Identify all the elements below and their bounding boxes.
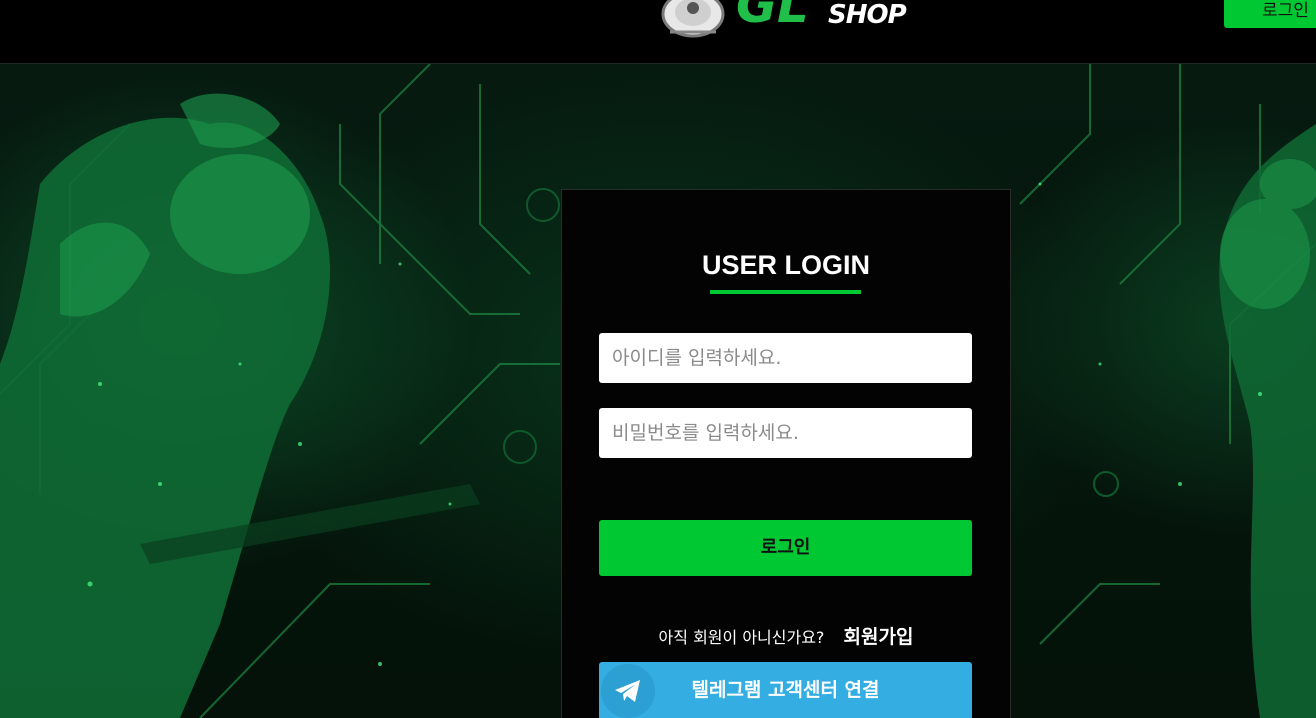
signup-link[interactable]: 회원가입 — [844, 626, 914, 648]
user-id-input[interactable] — [599, 333, 972, 383]
telegram-support-button[interactable]: 텔레그램 고객센터 연결 — [599, 662, 972, 718]
login-title: USER LOGIN — [701, 250, 870, 280]
logo-gl-text: GL — [736, 0, 809, 34]
header-login-button[interactable]: 로그인 — [1224, 0, 1316, 28]
signup-question: 아직 회원이 아니신가요? — [658, 628, 825, 647]
signup-row: 아직 회원이 아니신가요? 회원가입 — [562, 622, 1010, 649]
telegram-button-label: 텔레그램 고객센터 연결 — [691, 679, 880, 701]
login-page: GL SHOP 로그인 USER LOGIN 로그인 아직 회원이 아니신가요?… — [0, 0, 1316, 718]
login-panel: USER LOGIN 로그인 아직 회원이 아니신가요? 회원가입 텔레그램 고… — [561, 189, 1011, 718]
logo-shop-text: SHOP — [828, 0, 907, 30]
site-header: GL SHOP 로그인 — [0, 0, 1316, 64]
login-button[interactable]: 로그인 — [599, 520, 972, 576]
site-logo[interactable]: GL SHOP — [660, 0, 920, 38]
title-underline — [710, 290, 861, 294]
password-input[interactable] — [599, 408, 972, 458]
